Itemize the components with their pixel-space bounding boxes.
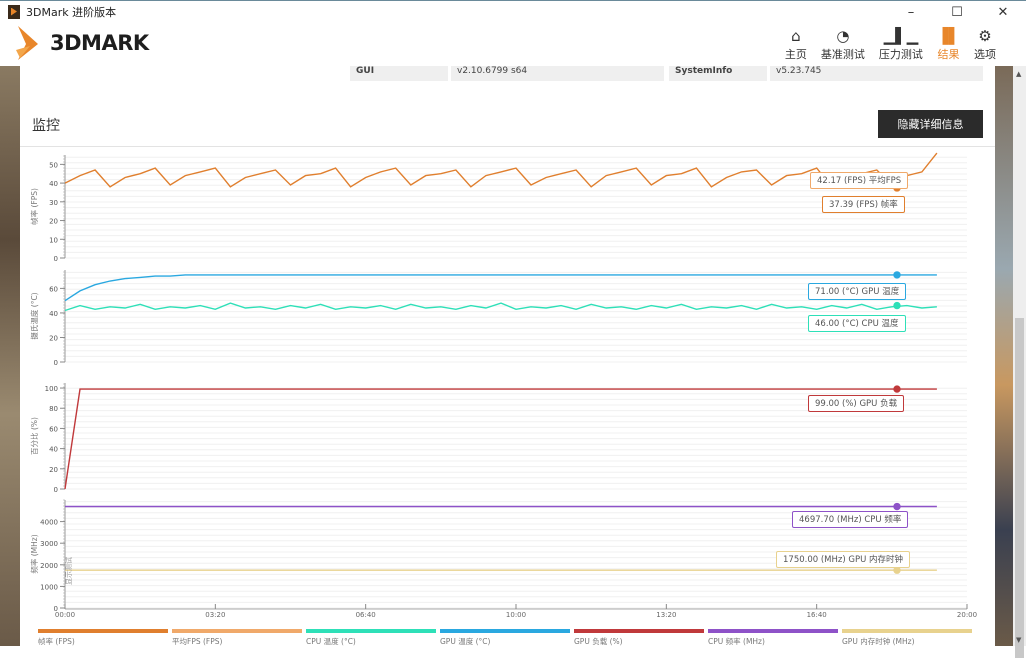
y-tick-label: 60 <box>49 425 58 433</box>
y-tick-label: 0 <box>54 359 58 367</box>
y-tick-label: 80 <box>49 405 58 413</box>
legend-label: GPU 内存时钟 (MHz) <box>842 637 915 646</box>
y-tick-label: 60 <box>49 285 58 293</box>
value-tooltip: 71.00 (°C) GPU 温度 <box>808 283 907 300</box>
y-axis-label: 频率 (MHz) <box>29 534 39 573</box>
legend-item[interactable]: GPU 内存时钟 (MHz) <box>842 629 972 646</box>
y-tick-label: 40 <box>49 446 58 454</box>
value-tooltip: 1750.00 (MHz) GPU 内存时钟 <box>776 551 911 568</box>
marker-dot <box>893 385 901 393</box>
legend-item[interactable]: GPU 温度 (°C) <box>440 629 570 646</box>
y-tick-label: 50 <box>49 161 58 169</box>
value-tooltip: 42.17 (FPS) 平均FPS <box>810 172 909 189</box>
legend-item[interactable]: CPU 温度 (°C) <box>306 629 436 646</box>
legend-swatch <box>708 629 838 633</box>
marker-dot <box>893 271 901 279</box>
legend-item[interactable]: 平均FPS (FPS) <box>172 629 302 646</box>
y-tick-label: 0 <box>54 255 58 263</box>
y-tick-label: 2000 <box>40 562 58 570</box>
y-tick-label: 30 <box>49 199 58 207</box>
legend-label: GPU 温度 (°C) <box>440 637 491 646</box>
value-tooltip: 99.00 (%) GPU 负载 <box>808 395 905 412</box>
x-tick-label: 10:00 <box>506 611 526 619</box>
y-axis-label: 摄氏温度 (°C) <box>29 292 39 339</box>
legend-swatch <box>172 629 302 633</box>
y-tick-label: 10 <box>49 236 58 244</box>
legend-label: 帧率 (FPS) <box>38 637 75 646</box>
y-tick-label: 20 <box>49 334 58 342</box>
legend-swatch <box>574 629 704 633</box>
x-tick-label: 06:40 <box>356 611 376 619</box>
x-tick-label: 00:00 <box>55 611 75 619</box>
legend-swatch <box>38 629 168 633</box>
value-tooltip: 37.39 (FPS) 帧率 <box>822 196 905 213</box>
series-line-0 <box>64 152 938 188</box>
y-tick-label: 40 <box>49 180 58 188</box>
x-tick-label: 13:20 <box>656 611 676 619</box>
legend-label: 平均FPS (FPS) <box>172 637 223 646</box>
y-tick-label: 0 <box>54 486 58 494</box>
y-tick-label: 20 <box>49 218 58 226</box>
value-tooltip: 46.00 (°C) CPU 温度 <box>808 315 906 332</box>
y-axis-label: 帧率 (FPS) <box>29 188 39 225</box>
legend-swatch <box>440 629 570 633</box>
y-tick-label: 4000 <box>40 519 58 527</box>
legend-swatch <box>306 629 436 633</box>
x-tick-label: 20:00 <box>957 611 977 619</box>
legend-label: CPU 温度 (°C) <box>306 637 356 646</box>
legend-item[interactable]: GPU 负载 (%) <box>574 629 704 646</box>
marker-dot <box>893 301 901 310</box>
series-line-1 <box>64 302 937 312</box>
y-axis-label: 百分比 (%) <box>29 417 39 455</box>
y-tick-label: 100 <box>45 385 58 393</box>
marker-dot <box>893 502 901 511</box>
x-tick-label: 03:20 <box>205 611 225 619</box>
legend-item[interactable]: CPU 频率 (MHz) <box>708 629 838 646</box>
y-tick-label: 1000 <box>40 583 58 591</box>
legend-label: GPU 负载 (%) <box>574 637 623 646</box>
y-tick-label: 3000 <box>40 540 58 548</box>
y-tick-label: 40 <box>49 310 58 318</box>
test-marker-label: 显示测试 <box>64 557 73 585</box>
legend-swatch <box>842 629 972 633</box>
legend-label: CPU 频率 (MHz) <box>708 637 765 646</box>
x-tick-label: 16:40 <box>807 611 827 619</box>
value-tooltip: 4697.70 (MHz) CPU 频率 <box>792 511 909 528</box>
y-tick-label: 20 <box>49 466 58 474</box>
legend-item[interactable]: 帧率 (FPS) <box>38 629 168 646</box>
series-line-0 <box>64 274 937 302</box>
